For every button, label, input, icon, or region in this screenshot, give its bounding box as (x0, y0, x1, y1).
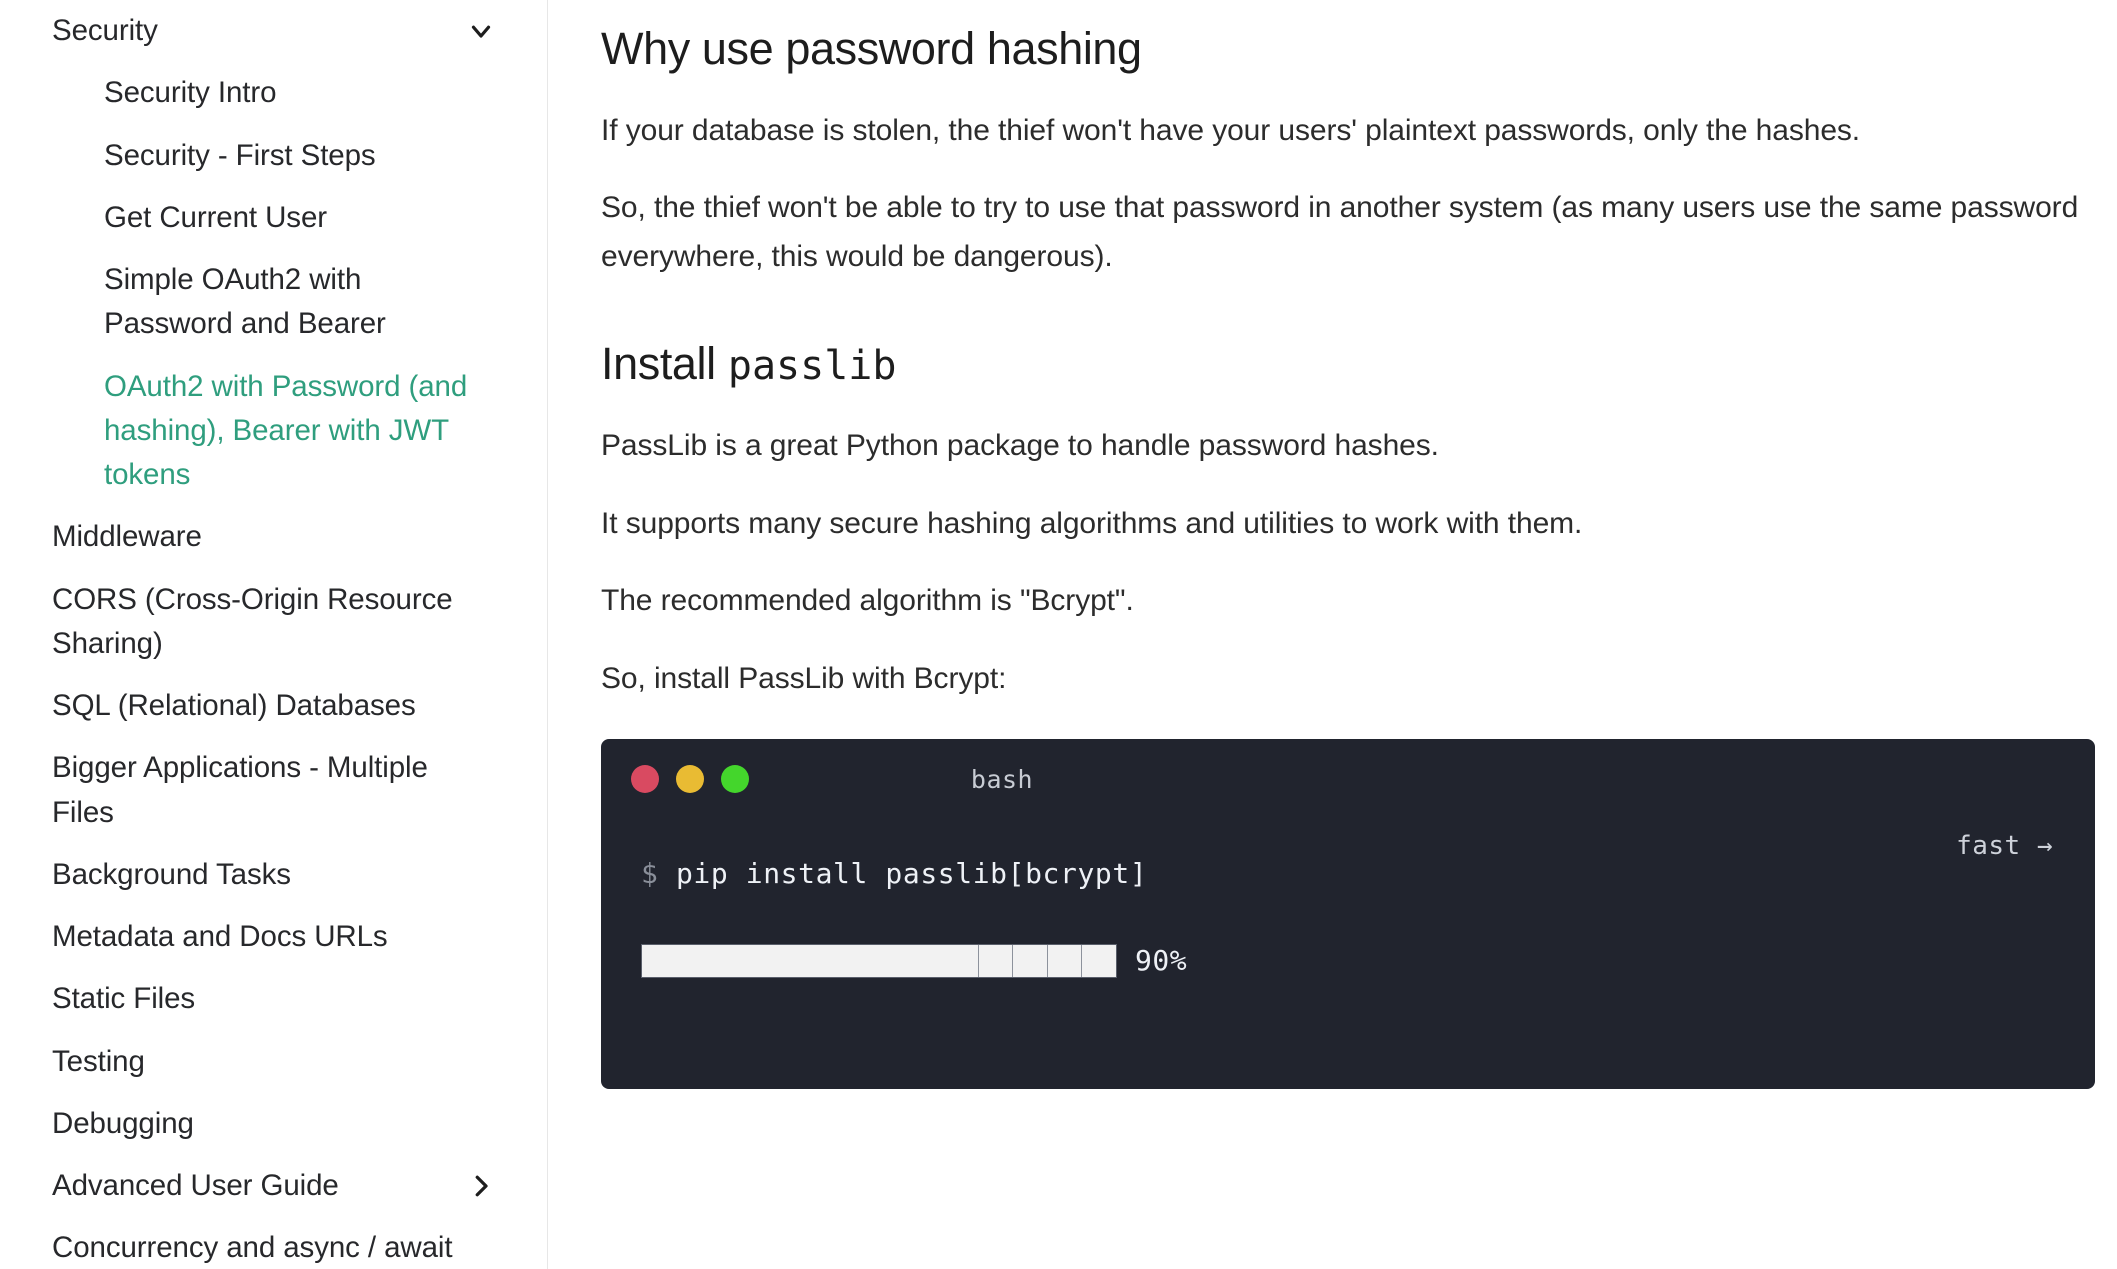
sidebar-item-label: Bigger Applications - Multiple Files (52, 751, 428, 829)
sidebar-item-label: CORS (Cross-Origin Resource Sharing) (52, 582, 453, 660)
sidebar-item-label: Background Tasks (52, 857, 291, 891)
sidebar-item-metadata-docs-urls[interactable]: Metadata and Docs URLs (0, 906, 548, 968)
main-content: Why use password hashing If your databas… (548, 0, 2117, 1269)
paragraph-database-stolen: If your database is stolen, the thief wo… (601, 113, 1861, 147)
article-body: Why use password hashing If your databas… (601, 20, 2101, 1090)
sidebar-item-background-tasks[interactable]: Background Tasks (0, 844, 548, 906)
sidebar-item-label: Simple OAuth2 with Password and Bearer (104, 263, 386, 341)
terminal-prompt-symbol: $ (641, 857, 659, 891)
progress-segment (1013, 944, 1048, 977)
terminal-progress-percent: 90% (1135, 944, 1188, 978)
terminal-title-label: bash (970, 765, 1034, 795)
sidebar-item-label: OAuth2 with Password (and hashing), Bear… (104, 369, 468, 492)
terminal-progress-bar (641, 943, 1117, 978)
sidebar-item-middleware[interactable]: Middleware (0, 506, 548, 568)
sidebar-item-label: Debugging (52, 1106, 194, 1140)
sidebar-item-testing[interactable]: Testing (0, 1031, 548, 1093)
paragraph-passlib-description: PassLib is a great Python package to han… (601, 428, 1439, 462)
docs-sidebar-nav: Security Security Intro Security - First S… (0, 0, 548, 1269)
heading-install-passlib: Install passlib (601, 335, 2101, 393)
sidebar-item-concurrency-async-await[interactable]: Concurrency and async / await (0, 1217, 548, 1269)
sidebar-item-label: Static Files (52, 982, 196, 1016)
sidebar-item-cors[interactable]: CORS (Cross-Origin Resource Sharing) (0, 569, 548, 676)
progress-segment (1082, 944, 1116, 977)
heading-why-use-password-hashing: Why use password hashing (601, 23, 1142, 74)
progress-segment (642, 944, 979, 977)
terminal-command-text (658, 857, 675, 890)
sidebar-item-label: Concurrency and async / await (52, 1231, 453, 1265)
sidebar-item-bigger-applications[interactable]: Bigger Applications - Multiple Files (0, 737, 548, 844)
sidebar-item-static-files[interactable]: Static Files (0, 968, 548, 1030)
sidebar-item-oauth2-jwt[interactable]: OAuth2 with Password (and hashing), Bear… (0, 356, 548, 507)
sidebar-item-security-intro[interactable]: Security Intro (0, 62, 548, 124)
paragraph-supports-algorithms: It supports many secure hashing algorith… (601, 506, 1583, 540)
sidebar-item-label: Middleware (52, 520, 202, 554)
terminal-command-line: $ pip install passlib[bcrypt] (641, 857, 2095, 891)
paragraph-thief-another-system: So, the thief won't be able to try to us… (601, 191, 2079, 273)
sidebar-item-sql-databases[interactable]: SQL (Relational) Databases (0, 675, 548, 737)
terminal-command-value: pip install passlib[bcrypt] (675, 857, 1148, 891)
sidebar-item-label: SQL (Relational) Databases (52, 689, 416, 722)
sidebar-item-label: Security (52, 14, 158, 47)
terminal-window: bash fast → $ pip install passlib[bcrypt… (601, 739, 2095, 1090)
sidebar-item-label: Security Intro (104, 76, 277, 110)
heading-install-code: passlib (727, 343, 897, 390)
docs-page: Security Security Intro Security - First S… (0, 0, 2117, 1269)
progress-segment (978, 944, 1014, 977)
paragraph-install-instruction: So, install PassLib with Bcrypt: (601, 661, 1007, 695)
sidebar-item-label: Security - First Steps (104, 138, 376, 172)
sidebar-item-label: Testing (52, 1044, 145, 1078)
progress-segment (1047, 944, 1083, 977)
sidebar-item-label: Get Current User (104, 200, 327, 234)
terminal-body: $ pip install passlib[bcrypt] 90% (601, 815, 2095, 978)
terminal-block-wrapper: bash fast → $ pip install passlib[bcrypt… (601, 739, 2095, 1090)
sidebar-item-advanced-user-guide[interactable]: Advanced User Guide (0, 1155, 548, 1217)
sidebar-scrollbar-track[interactable] (530, 0, 540, 1269)
terminal-titlebar: bash (601, 739, 2095, 815)
sidebar-item-list: Security Security Intro Security - First S… (0, 0, 548, 1269)
sidebar-item-label: Metadata and Docs URLs (52, 920, 388, 953)
sidebar-item-security[interactable]: Security (0, 0, 548, 62)
sidebar-item-simple-oauth2[interactable]: Simple OAuth2 with Password and Bearer (0, 249, 548, 356)
sidebar-item-debugging[interactable]: Debugging (0, 1093, 548, 1155)
sidebar-item-security-first-steps[interactable]: Security - First Steps (0, 125, 548, 187)
heading-install-prefix: Install (601, 338, 728, 390)
terminal-progress-row: 90% (641, 943, 2095, 978)
sidebar-item-label: Advanced User Guide (52, 1169, 339, 1202)
sidebar-item-get-current-user[interactable]: Get Current User (0, 187, 548, 249)
paragraph-recommended-algorithm: The recommended algorithm is "Bcrypt". (601, 584, 1134, 618)
